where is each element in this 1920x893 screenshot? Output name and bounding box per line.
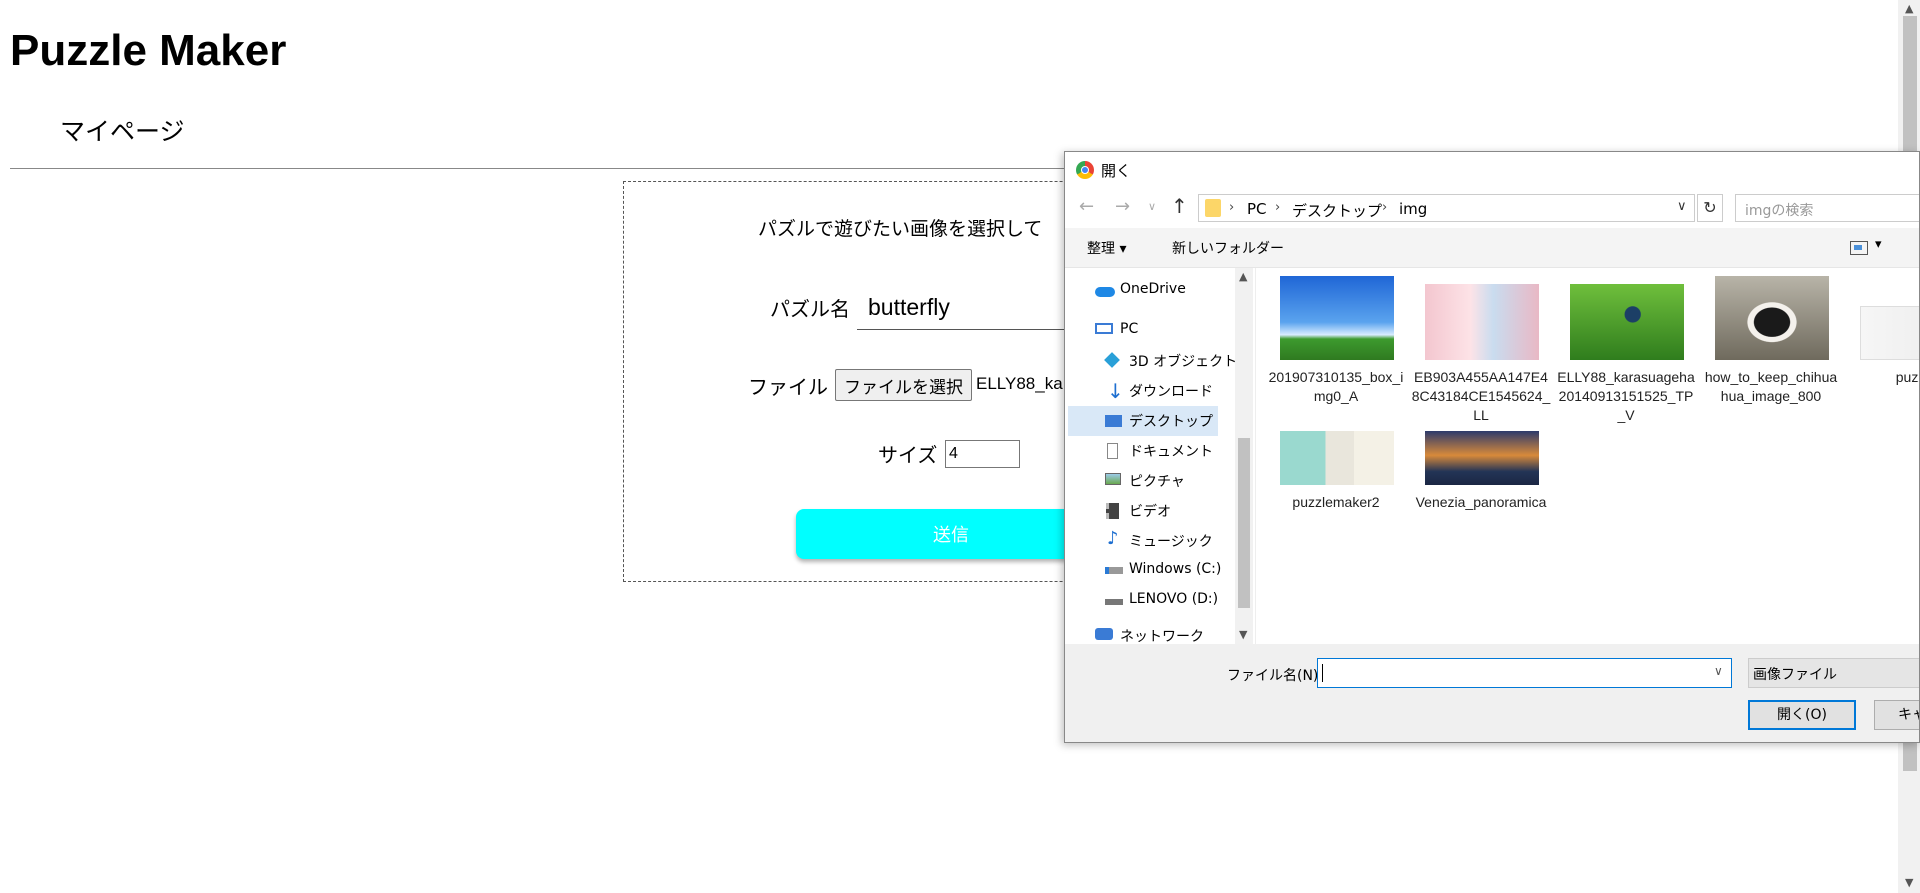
breadcrumb-separator-icon: ›	[1275, 200, 1281, 215]
file-thumbnail	[1425, 431, 1539, 485]
navigation-pane: OneDrive PC 3D オブジェクト ↓ ダウンロード デスクトップ ドキ…	[1065, 268, 1255, 645]
file-name: puzzlemaker2	[1292, 494, 1380, 510]
address-row: ← → ∨ ↑ › PC › デスクトップ › img ∨ ↻ imgの検索	[1065, 188, 1919, 228]
sidebar-item-onedrive[interactable]: OneDrive	[1095, 276, 1245, 306]
file-thumbnail	[1425, 284, 1539, 360]
sidebar-item-videos[interactable]: ビデオ	[1095, 496, 1245, 526]
organize-menu[interactable]: 整理 ▾	[1087, 238, 1126, 258]
sidebar-item-music[interactable]: ♪ ミュージック	[1095, 526, 1245, 556]
filename-dropdown-chevron-icon[interactable]: ∨	[1714, 664, 1723, 678]
nav-scroll-up-icon[interactable]: ▲	[1239, 270, 1247, 283]
dialog-footer: ファイル名(N): ∨ 画像ファイル 開く(O) キャ	[1065, 644, 1919, 742]
breadcrumb-img[interactable]: img	[1399, 200, 1427, 218]
file-name: ELLY88_karasuageha20140913151525_TP_V	[1557, 369, 1695, 423]
recent-locations-chevron-icon[interactable]: ∨	[1148, 200, 1156, 213]
breadcrumb-separator-icon: ›	[1229, 200, 1235, 215]
sidebar-item-documents[interactable]: ドキュメント	[1095, 436, 1245, 466]
chosen-file-name: ELLY88_ka	[976, 374, 1063, 393]
address-dropdown-chevron-icon[interactable]: ∨	[1677, 199, 1687, 214]
dialog-title: 開く	[1101, 162, 1132, 180]
address-bar[interactable]: › PC › デスクトップ › img ∨	[1198, 194, 1695, 222]
sidebar-item-windows-c[interactable]: Windows (C:)	[1095, 556, 1245, 586]
file-label: ファイル	[748, 375, 828, 399]
breadcrumb-separator-icon: ›	[1382, 200, 1388, 215]
desktop-icon	[1105, 415, 1122, 427]
file-thumbnail	[1570, 284, 1684, 360]
size-input[interactable]	[945, 440, 1020, 468]
video-icon	[1106, 503, 1119, 519]
pc-icon	[1095, 323, 1113, 334]
file-item[interactable]: EB903A455AA147E48C43184CE1545624_LL	[1401, 276, 1550, 423]
drive-c-icon	[1105, 567, 1123, 574]
folder-icon	[1205, 199, 1221, 217]
sidebar-item-3d-objects[interactable]: 3D オブジェクト	[1095, 346, 1245, 376]
file-thumbnail	[1280, 276, 1394, 360]
nav-mypage-link[interactable]: マイページ	[60, 112, 185, 148]
open-button[interactable]: 開く(O)	[1748, 700, 1856, 730]
file-item[interactable]: puzzle	[1836, 276, 1919, 406]
pictures-icon	[1105, 473, 1121, 485]
page-title: Puzzle Maker	[10, 26, 287, 75]
sidebar-item-lenovo-d[interactable]: LENOVO (D:)	[1095, 586, 1245, 616]
3d-objects-icon	[1104, 352, 1120, 368]
text-caret	[1322, 664, 1323, 682]
drive-d-icon	[1105, 599, 1123, 605]
breadcrumb-desktop[interactable]: デスクトップ	[1292, 200, 1382, 221]
file-name: how_to_keep_chihuahua_image_800	[1704, 369, 1838, 404]
puzzle-name-input[interactable]	[857, 286, 1077, 330]
download-icon: ↓	[1107, 379, 1124, 403]
file-list: 201907310135_box_img0_A EB903A455AA147E4…	[1255, 268, 1919, 644]
up-folder-arrow-icon[interactable]: ↑	[1171, 194, 1188, 218]
cancel-button[interactable]: キャ	[1874, 700, 1919, 730]
file-thumbnail	[1715, 276, 1829, 360]
file-item[interactable]: puzzlemaker2	[1256, 431, 1396, 561]
network-icon	[1095, 628, 1113, 640]
search-input[interactable]: imgの検索	[1735, 194, 1919, 222]
file-item[interactable]: how_to_keep_chihuahua_image_800	[1691, 276, 1837, 406]
file-name: puzzle	[1895, 369, 1919, 385]
size-label: サイズ	[878, 443, 938, 467]
file-item[interactable]: Venezia_panoramica	[1401, 431, 1546, 561]
open-file-dialog: 開く ← → ∨ ↑ › PC › デスクトップ › img ∨ ↻ imgの検…	[1064, 151, 1920, 743]
file-item[interactable]: ELLY88_karasuageha20140913151525_TP_V	[1546, 276, 1695, 423]
file-thumbnail	[1860, 306, 1919, 360]
puzzle-name-label: パズル名	[770, 297, 850, 321]
scroll-up-arrow-icon[interactable]: ▲	[1905, 2, 1913, 15]
nav-scroll-down-icon[interactable]: ▼	[1239, 628, 1247, 641]
view-options-chevron-icon[interactable]: ▾	[1875, 237, 1882, 252]
breadcrumb-pc[interactable]: PC	[1247, 200, 1267, 218]
filetype-select[interactable]: 画像ファイル	[1748, 658, 1919, 688]
sidebar-item-pc[interactable]: PC	[1095, 316, 1245, 346]
scroll-down-arrow-icon[interactable]: ▼	[1905, 876, 1913, 889]
refresh-icon[interactable]: ↻	[1697, 194, 1723, 222]
choose-file-button[interactable]: ファイルを選択	[835, 369, 972, 401]
cloud-icon	[1095, 287, 1115, 297]
filename-input[interactable]: ∨	[1317, 658, 1732, 688]
submit-button[interactable]: 送信	[796, 509, 1106, 559]
nav-pane-scroll-thumb[interactable]	[1238, 438, 1250, 608]
music-icon: ♪	[1107, 528, 1119, 549]
file-item[interactable]: 201907310135_box_img0_A	[1256, 276, 1403, 406]
form-instruction: パズルで遊びたい画像を選択して	[758, 218, 1043, 240]
sidebar-item-desktop[interactable]: デスクトップ	[1068, 406, 1218, 436]
dialog-toolbar: 整理 ▾ 新しいフォルダー ▾	[1065, 228, 1919, 268]
sidebar-item-pictures[interactable]: ピクチャ	[1095, 466, 1245, 496]
file-name: EB903A455AA147E48C43184CE1545624_LL	[1411, 369, 1551, 423]
file-name: 201907310135_box_img0_A	[1268, 369, 1404, 404]
dialog-title-bar[interactable]: 開く	[1065, 152, 1919, 188]
filename-label: ファイル名(N):	[1227, 668, 1324, 684]
forward-arrow-icon[interactable]: →	[1115, 196, 1130, 217]
file-thumbnail	[1280, 431, 1394, 485]
chrome-icon	[1076, 161, 1094, 179]
change-view-icon[interactable]	[1850, 241, 1868, 255]
sidebar-item-downloads[interactable]: ↓ ダウンロード	[1095, 376, 1245, 406]
new-folder-button[interactable]: 新しいフォルダー	[1172, 238, 1284, 258]
document-icon	[1107, 443, 1118, 459]
file-name: Venezia_panoramica	[1415, 494, 1547, 510]
back-arrow-icon[interactable]: ←	[1079, 196, 1094, 217]
